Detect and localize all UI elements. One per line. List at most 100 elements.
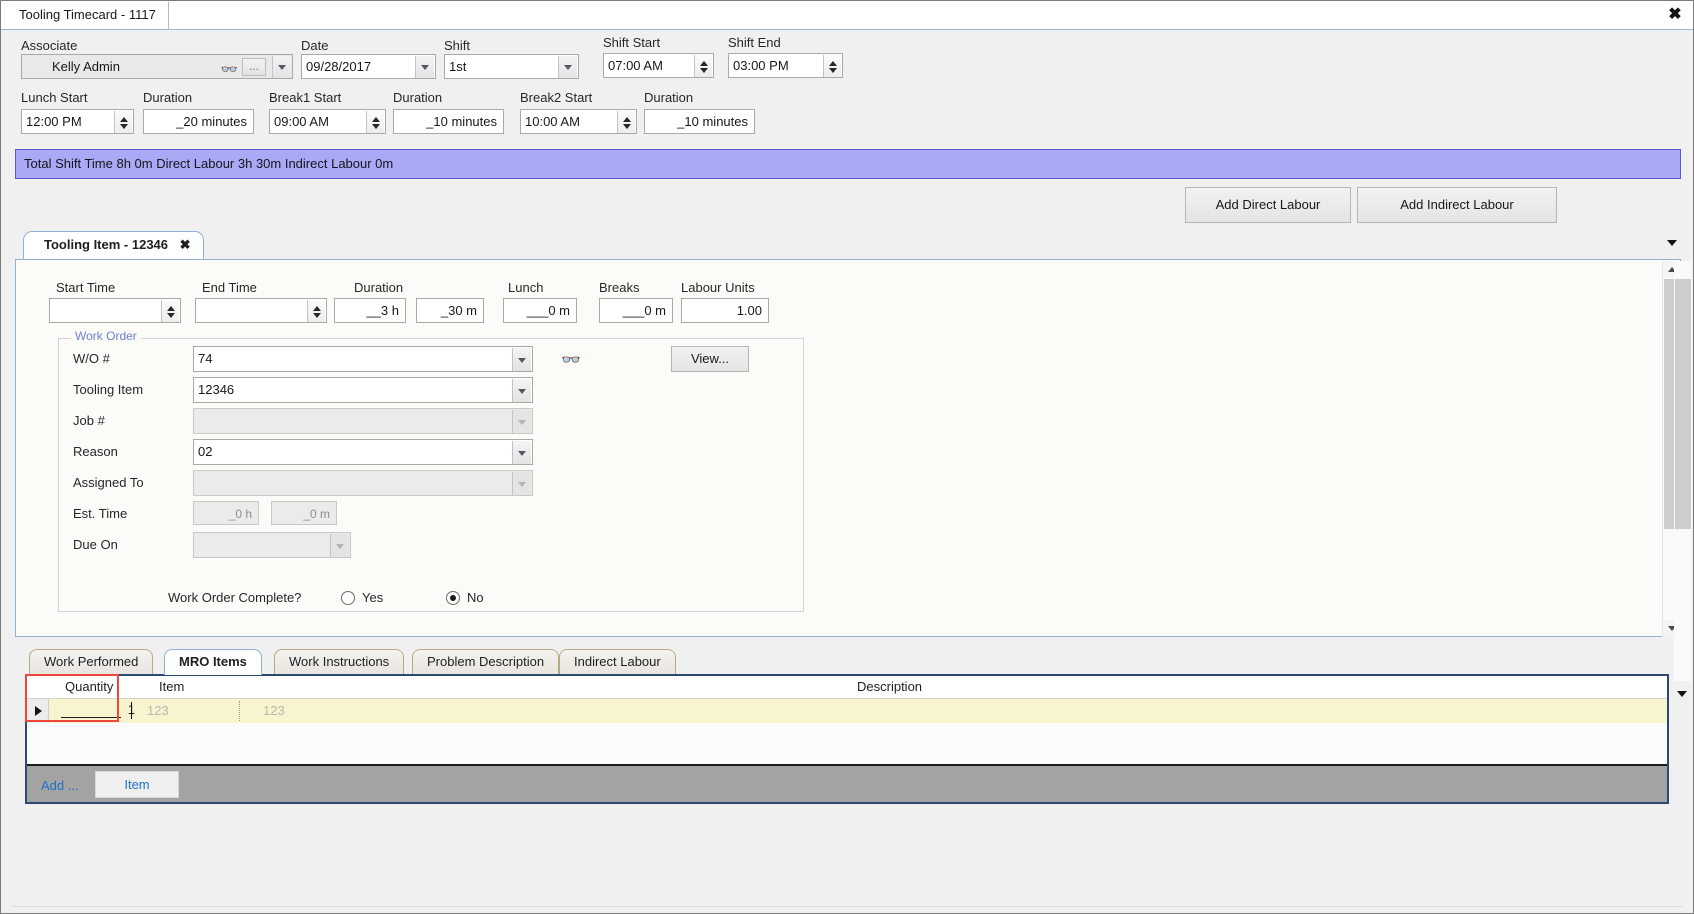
shift-end-stepper[interactable] <box>823 55 841 77</box>
break1-duration-field[interactable]: _10 minutes <box>393 109 504 134</box>
labour-units-field[interactable]: 1.00 <box>681 298 769 323</box>
shift-field[interactable]: 1st <box>444 54 579 79</box>
assigned-to-dropdown-button[interactable] <box>512 472 531 495</box>
duration-minutes-field[interactable]: _30 m <box>416 298 484 323</box>
tooling-item-field[interactable]: 12346 <box>193 377 533 403</box>
start-time-stepper[interactable] <box>161 300 179 322</box>
end-time-field[interactable] <box>195 298 327 323</box>
close-icon[interactable]: ✖ <box>1665 5 1685 25</box>
tab-strip-overflow-icon[interactable] <box>1667 240 1677 246</box>
page-vertical-scrollbar[interactable] <box>1674 261 1692 681</box>
due-on-field[interactable] <box>193 532 351 558</box>
caret-up-icon <box>119 116 128 122</box>
break1-duration-label: Duration <box>393 90 443 105</box>
shift-end-field[interactable]: 03:00 PM <box>728 53 843 78</box>
tab-indirect-labour-label: Indirect Labour <box>574 654 661 669</box>
tab-indirect-labour[interactable]: Indirect Labour <box>559 649 676 675</box>
column-header-quantity[interactable]: Quantity <box>65 679 113 694</box>
date-value: 09/28/2017 <box>306 59 372 74</box>
quantity-cell-editor[interactable]: 1 <box>51 700 139 722</box>
caret-up-icon <box>699 60 708 66</box>
panel-collapse-icon[interactable] <box>1677 691 1687 697</box>
item-tab-close-icon[interactable]: ✖ <box>180 237 191 252</box>
lunch-start-field[interactable]: 12:00 PM <box>21 109 134 134</box>
wo-number-field[interactable]: 74 <box>193 346 533 372</box>
chevron-down-icon <box>336 543 344 549</box>
break2-duration-field[interactable]: _10 minutes <box>644 109 755 134</box>
wo-find-binoculars-icon[interactable]: 👓 <box>561 350 581 370</box>
break2-start-value: 10:00 AM <box>525 114 580 129</box>
work-order-complete-no-radio[interactable] <box>446 591 460 605</box>
column-header-item[interactable]: Item <box>159 679 184 694</box>
date-field[interactable]: 09/28/2017 <box>301 54 436 79</box>
lunch-duration-field[interactable]: _20 minutes <box>143 109 254 134</box>
shift-dropdown-button[interactable] <box>558 56 577 78</box>
break1-start-field[interactable]: 09:00 AM <box>269 109 386 134</box>
associate-browse-button[interactable]: ... <box>242 58 266 76</box>
wo-view-button[interactable]: View... <box>671 346 749 372</box>
table-row[interactable]: 1 123 123 <box>27 699 1667 723</box>
labour-units-value: 1.00 <box>736 303 762 318</box>
shift-summary-text: Total Shift Time 8h 0m Direct Labour 3h … <box>24 156 394 171</box>
tab-problem-description[interactable]: Problem Description <box>412 649 560 675</box>
associate-field[interactable]: Kelly Admin 👓 ... <box>21 54 293 79</box>
tab-work-instructions[interactable]: Work Instructions <box>274 649 405 675</box>
tab-tooling-item-12346[interactable]: Tooling Item - 12346 ✖ <box>23 231 204 259</box>
detail-bottom-tabs: Work Performed MRO Items Work Instructio… <box>29 649 1669 675</box>
add-direct-labour-button[interactable]: Add Direct Labour <box>1185 187 1351 223</box>
chevron-down-icon <box>518 357 526 363</box>
page-scrollbar-thumb[interactable] <box>1675 279 1691 529</box>
shift-start-stepper[interactable] <box>694 55 712 77</box>
lunch-field[interactable]: ___0 m <box>503 298 577 323</box>
add-label[interactable]: Add ... <box>41 778 79 793</box>
est-time-hours-field[interactable]: _0 h <box>193 501 259 525</box>
job-number-dropdown-button[interactable] <box>512 410 531 433</box>
start-time-field[interactable] <box>49 298 181 323</box>
break2-duration-value: _10 minutes <box>677 114 748 129</box>
job-number-field[interactable] <box>193 408 533 434</box>
break1-duration-value: _10 minutes <box>426 114 497 129</box>
add-indirect-labour-button[interactable]: Add Indirect Labour <box>1357 187 1557 223</box>
date-dropdown-button[interactable] <box>415 56 434 78</box>
tab-work-performed[interactable]: Work Performed <box>29 649 154 675</box>
caret-down-icon <box>699 67 708 73</box>
item-cell-value: 123 <box>147 703 169 718</box>
caret-down-icon <box>371 123 380 129</box>
timecard-header-form: Associate Kelly Admin 👓 ... Date 09/28/2… <box>1 30 1693 148</box>
work-order-complete-yes-radio[interactable] <box>341 591 355 605</box>
lunch-start-stepper[interactable] <box>114 111 132 133</box>
window-titlebar: Tooling Timecard - 1117 ✖ <box>1 1 1693 30</box>
tooling-item-dropdown-button[interactable] <box>512 379 531 402</box>
est-time-minutes-value: _0 m <box>303 507 330 521</box>
breaks-field[interactable]: ___0 m <box>599 298 673 323</box>
work-order-complete-label: Work Order Complete? <box>168 590 302 605</box>
est-time-minutes-field[interactable]: _0 m <box>271 501 337 525</box>
due-on-dropdown-button[interactable] <box>330 534 349 557</box>
break2-start-stepper[interactable] <box>617 111 635 133</box>
add-item-button[interactable]: Item <box>95 771 179 798</box>
chevron-down-icon <box>518 450 526 456</box>
column-header-description[interactable]: Description <box>857 679 922 694</box>
reason-field[interactable]: 02 <box>193 439 533 465</box>
assigned-to-field[interactable] <box>193 470 533 496</box>
break2-start-field[interactable]: 10:00 AM <box>520 109 637 134</box>
wo-number-dropdown-button[interactable] <box>512 348 531 371</box>
column-divider <box>239 701 240 721</box>
reason-label: Reason <box>73 444 118 459</box>
lunch-duration-label: Duration <box>143 90 193 105</box>
reason-dropdown-button[interactable] <box>512 441 531 464</box>
document-tab-label: Tooling Timecard - 1117 <box>19 7 156 22</box>
end-time-stepper[interactable] <box>307 300 325 322</box>
binoculars-icon[interactable]: 👓 <box>221 58 238 78</box>
associate-dropdown-button[interactable] <box>272 56 291 78</box>
chevron-down-icon <box>518 419 526 425</box>
wo-number-value: 74 <box>198 351 213 366</box>
caret-down-icon <box>119 123 128 129</box>
duration-hours-field[interactable]: __3 h <box>334 298 406 323</box>
document-tab[interactable]: Tooling Timecard - 1117 <box>9 2 169 29</box>
reason-value: 02 <box>198 444 213 459</box>
shift-start-field[interactable]: 07:00 AM <box>603 53 714 78</box>
break1-start-stepper[interactable] <box>366 111 384 133</box>
associate-value: Kelly Admin <box>52 59 120 74</box>
tab-mro-items[interactable]: MRO Items <box>164 649 262 675</box>
